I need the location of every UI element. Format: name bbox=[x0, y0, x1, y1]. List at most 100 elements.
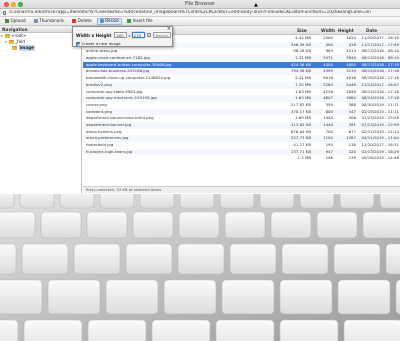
table-row[interactable]: footerbeld.jpg 41.17 KB 194 116 11/20/2017 -… bbox=[83, 142, 400, 149]
cell-size: 4.44 MB bbox=[295, 35, 311, 40]
cell-height: 4016 bbox=[346, 75, 356, 81]
column-header-date[interactable]: Date bbox=[366, 28, 377, 33]
navigation-header: Navigation bbox=[0, 26, 81, 33]
keyboard-key bbox=[177, 243, 225, 275]
table-row[interactable]: department-banner.jpg 113.83 KB 1440 391 07/… bbox=[83, 121, 400, 129]
file-browser-window: File Browser ▲ cl.sonarma.edu/tmce?app=i… bbox=[0, 0, 400, 341]
cell-date: 02/13/2019 - 16:29 bbox=[361, 148, 399, 154]
cell-height: 1287 bbox=[346, 135, 356, 141]
table-row[interactable]: apple-close-conference-7182.jpg 1.31 MB 34… bbox=[83, 55, 400, 62]
table-row[interactable]: department-banner-blue-b404.png 1.69 MB 14… bbox=[83, 115, 400, 122]
table-row[interactable]: apple-keyboard-button-computer-38468.jpg… bbox=[83, 61, 400, 69]
lock-aspect-icon[interactable] bbox=[146, 32, 151, 38]
keyboard-key bbox=[21, 243, 69, 275]
collapse-icon[interactable]: ▾ bbox=[5, 39, 8, 45]
cell-date: 08/13/2016 - 17:19 bbox=[361, 61, 399, 67]
cell-width: 4000 bbox=[323, 61, 333, 67]
cell-name: computer-spy-electronic-159195.jpg bbox=[86, 95, 157, 101]
keyboard-image bbox=[0, 194, 400, 341]
upload-button[interactable]: Upload bbox=[2, 18, 29, 25]
tree-item-image[interactable]: image bbox=[0, 45, 81, 51]
delete-button[interactable]: Delete bbox=[69, 18, 95, 25]
table-row[interactable]: bandwidth-close-up-computer-1148820.jpg 2… bbox=[83, 75, 400, 82]
upload-label: Upload bbox=[10, 18, 26, 24]
width-input[interactable] bbox=[114, 32, 128, 38]
resize-toolbar-button[interactable]: Resize bbox=[96, 17, 122, 25]
cell-size: 113.83 KB bbox=[290, 121, 311, 127]
cell-size: 1.63 MB bbox=[295, 88, 311, 94]
cell-height: 3080 bbox=[346, 95, 356, 101]
cell-height: 547 bbox=[348, 108, 356, 114]
cell-name: computer-spy-table-9963.jpg bbox=[86, 88, 143, 94]
cell-size: 794.38 KB bbox=[290, 68, 311, 74]
cell-height: 1020 bbox=[346, 35, 356, 40]
cell-name: corner.png bbox=[86, 101, 107, 107]
cell-width: 700 bbox=[325, 128, 333, 134]
file-rows: 4.44 MB 2500 1020 11/20/2017 - 16:19 346.39 … bbox=[83, 35, 400, 162]
collapse-icon[interactable]: ▾ bbox=[1, 33, 4, 39]
keyboard-key bbox=[125, 243, 173, 275]
resize-submit-button[interactable]: Resize bbox=[152, 32, 171, 38]
keyboard-key bbox=[362, 211, 400, 239]
keyboard-key bbox=[0, 211, 36, 239]
cell-size: 370.17 KB bbox=[290, 108, 311, 114]
window-title: File Browser bbox=[184, 1, 216, 7]
cell-name: footerbeld.jpg bbox=[86, 142, 114, 147]
cell-date: 11/20/2017 - 16:19 bbox=[361, 35, 399, 40]
keyboard-key bbox=[0, 243, 17, 275]
insert-file-button[interactable]: Insert file bbox=[124, 18, 156, 25]
cell-name: bandwidth-close-up-computer-1148820.jpg bbox=[86, 75, 171, 81]
thumbnails-icon bbox=[33, 19, 38, 23]
table-row[interactable]: dlocp-hyokins.png 676.64 KB 700 677 02/11/20… bbox=[83, 129, 400, 136]
keyboard-key bbox=[279, 279, 333, 315]
height-input[interactable] bbox=[131, 32, 145, 38]
column-header-size[interactable]: Size bbox=[297, 28, 307, 33]
cell-height: 3219 bbox=[346, 68, 356, 74]
thumbnails-button[interactable]: Thumbnails bbox=[31, 18, 67, 25]
table-row[interactable]: coredont.png 370.17 KB 800 547 02/15/2015 - … bbox=[83, 108, 400, 116]
column-header-height[interactable]: Height bbox=[338, 28, 354, 33]
table-row[interactable]: 1.5 MB 196 139 09/16/2019 - 14:46 bbox=[83, 155, 400, 162]
table-row[interactable]: email-preferences.jpg 227.73 KB 1100 1287 04… bbox=[83, 135, 400, 142]
table-row[interactable]: bradley2.png 7.35 MB 3264 2448 12/14/2017 - … bbox=[83, 81, 400, 89]
cell-width: 194 bbox=[325, 142, 333, 147]
lock-icon bbox=[3, 11, 6, 15]
column-header-width[interactable]: Width bbox=[321, 28, 335, 33]
cell-date: 02/15/2015 - 11:11 bbox=[361, 108, 399, 114]
table-row[interactable]: computer-spy-table-9963.jpg 1.63 MB 4256 28… bbox=[83, 89, 400, 96]
cell-size: 217.83 KB bbox=[290, 101, 311, 107]
keyboard-key bbox=[86, 211, 128, 239]
cell-width: 2500 bbox=[323, 35, 333, 40]
cell-size: 676.64 KB bbox=[290, 128, 311, 134]
cell-width: 947 bbox=[325, 148, 333, 154]
cell-width: 400 bbox=[325, 41, 333, 47]
cell-size: 137.71 KB bbox=[290, 148, 311, 154]
url-text[interactable]: cl.sonarma.edu/tmce?app=itweditor%7Cseed… bbox=[9, 10, 397, 15]
keyboard-key bbox=[395, 279, 400, 315]
create-new-image-checkbox[interactable] bbox=[76, 41, 80, 46]
keyboard-key bbox=[224, 211, 266, 239]
keyboard-key bbox=[339, 194, 375, 209]
resize-label: Resize bbox=[105, 18, 119, 24]
keyboard-key bbox=[99, 194, 135, 209]
keyboard-key bbox=[163, 279, 217, 315]
cell-size: 7.35 MB bbox=[295, 81, 311, 87]
url-bar[interactable]: cl.sonarma.edu/tmce?app=itweditor%7Cseed… bbox=[0, 9, 400, 17]
keyboard-key bbox=[385, 243, 400, 275]
delete-label: Delete bbox=[77, 18, 92, 24]
table-row[interactable]: anime-dress.jpg 96.28 KB 963 1014 08/13/2016… bbox=[83, 48, 400, 55]
cell-name: department-banner.jpg bbox=[86, 121, 132, 127]
keyboard-key bbox=[151, 319, 211, 341]
keyboard-key bbox=[221, 279, 275, 315]
cell-size: 2.41 MB bbox=[295, 75, 311, 81]
cell-width: 1100 bbox=[323, 135, 333, 141]
table-row[interactable]: fr-project-high-team.jpg 137.71 KB 947 420 0… bbox=[83, 148, 400, 156]
table-row[interactable]: arrows-box-business-533186.jpg 794.38 KB 4… bbox=[83, 68, 400, 76]
keyboard-key bbox=[229, 243, 277, 275]
cell-date: 02/11/2019 - 11:14 bbox=[361, 128, 399, 134]
folder-icon bbox=[8, 40, 14, 44]
folder-icon bbox=[4, 34, 10, 38]
table-row[interactable]: corner.png 217.83 KB 359 388 08/30/2019 - 11… bbox=[83, 102, 400, 109]
table-row[interactable]: computer-spy-electronic-159195.jpg 1.63 M… bbox=[83, 95, 400, 102]
cell-date: 09/16/2019 - 14:46 bbox=[361, 155, 399, 161]
